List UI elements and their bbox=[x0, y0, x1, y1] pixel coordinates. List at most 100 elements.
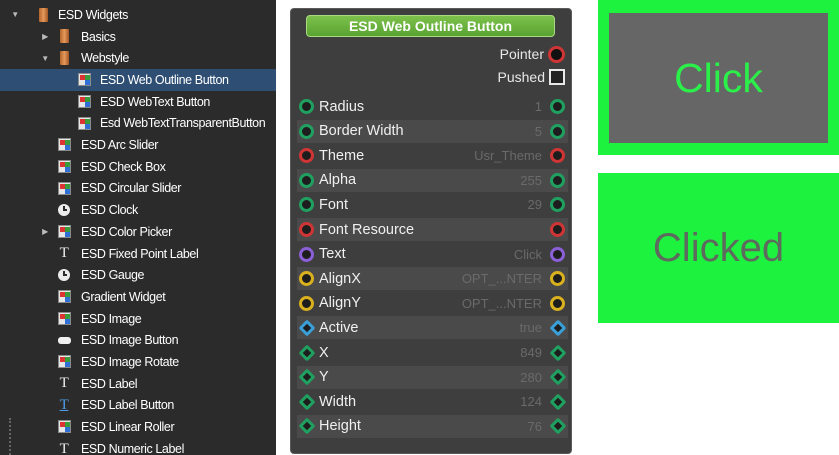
property-row[interactable]: Border Width 5 bbox=[297, 119, 568, 143]
output-pin-icon[interactable] bbox=[549, 393, 566, 411]
property-row[interactable]: Text Click bbox=[297, 243, 568, 266]
property-value[interactable]: true bbox=[520, 320, 542, 335]
property-name: Width bbox=[319, 393, 357, 410]
tree-item[interactable]: ▼ Webstyle bbox=[0, 47, 276, 69]
expand-arrow-icon[interactable]: ▼ bbox=[40, 48, 50, 69]
output-pin-icon[interactable] bbox=[550, 148, 565, 164]
tree-splitter-handle[interactable] bbox=[9, 418, 13, 455]
output-pin-icon[interactable] bbox=[549, 319, 566, 337]
input-pin-icon[interactable] bbox=[299, 172, 314, 188]
collapse-arrow-icon[interactable]: ▶ bbox=[40, 221, 50, 242]
tree-item[interactable]: ▶ ESD Color Picker bbox=[0, 221, 276, 243]
button-preview-pushed[interactable]: Clicked bbox=[598, 173, 839, 323]
input-pin-icon[interactable] bbox=[299, 99, 314, 114]
input-pin-icon[interactable] bbox=[299, 197, 314, 213]
input-pin-icon[interactable] bbox=[298, 417, 315, 435]
property-row[interactable]: Theme Usr_Theme bbox=[297, 144, 568, 167]
output-pointer: Pointer bbox=[500, 43, 565, 65]
tree-item[interactable]: ESD Image Rotate bbox=[0, 351, 276, 373]
output-pin-icon[interactable] bbox=[550, 197, 565, 213]
output-pin-icon[interactable] bbox=[550, 123, 565, 139]
input-pin-icon[interactable] bbox=[299, 123, 314, 139]
input-pin-icon[interactable] bbox=[298, 319, 315, 337]
property-value[interactable]: 124 bbox=[520, 394, 542, 409]
property-value[interactable]: OPT_...NTER bbox=[462, 296, 542, 311]
output-pin-icon[interactable] bbox=[550, 172, 565, 188]
collapse-arrow-icon[interactable]: ▶ bbox=[40, 26, 50, 47]
property-value[interactable]: 280 bbox=[520, 370, 542, 385]
input-pin-icon[interactable] bbox=[299, 148, 314, 164]
property-value[interactable]: OPT_...NTER bbox=[462, 271, 542, 286]
property-row[interactable]: X 849 bbox=[297, 341, 568, 364]
tree-item[interactable]: ESD Circular Slider bbox=[0, 178, 276, 200]
property-row[interactable]: Width 124 bbox=[297, 390, 568, 413]
input-pin-icon[interactable] bbox=[299, 271, 314, 287]
tree-item[interactable]: ESD Web Outline Button bbox=[0, 69, 276, 91]
folder-icon bbox=[57, 50, 71, 65]
output-pin-icon[interactable] bbox=[550, 295, 565, 311]
expand-arrow-icon[interactable]: ▼ bbox=[10, 4, 20, 25]
tree-item[interactable]: ESD Linear Roller bbox=[0, 416, 276, 438]
node-title[interactable]: ESD Web Outline Button bbox=[306, 15, 555, 37]
tree-item-label: Basics bbox=[81, 29, 116, 44]
output-pin-icon[interactable] bbox=[549, 368, 566, 386]
input-pin-icon[interactable] bbox=[299, 222, 314, 237]
output-pin-icon[interactable] bbox=[550, 222, 565, 237]
property-value[interactable]: 76 bbox=[528, 419, 542, 434]
tree-item-label: ESD Clock bbox=[81, 203, 138, 218]
tree-item[interactable]: Gradient Widget bbox=[0, 286, 276, 308]
text-icon: T bbox=[59, 440, 69, 455]
property-value[interactable]: 849 bbox=[520, 345, 542, 360]
tree-item[interactable]: ▼ ESD Widgets bbox=[0, 4, 276, 26]
input-pin-icon[interactable] bbox=[299, 246, 314, 262]
input-pin-icon[interactable] bbox=[298, 344, 315, 361]
property-value[interactable]: 5 bbox=[535, 124, 542, 139]
tree-item[interactable]: T ESD Numeric Label bbox=[0, 438, 276, 455]
input-pin-icon[interactable] bbox=[299, 295, 314, 311]
tree-item[interactable]: ▶ Basics bbox=[0, 26, 276, 48]
output-pin-icon[interactable] bbox=[549, 417, 566, 435]
input-pin-icon[interactable] bbox=[298, 393, 315, 411]
button-preview-normal[interactable]: Click bbox=[598, 0, 839, 155]
node-panel[interactable]: ESD Web Outline Button Pointer Pushed Ra… bbox=[290, 8, 572, 454]
pointer-pin-icon[interactable] bbox=[548, 45, 565, 63]
tree-item[interactable]: T ESD Label bbox=[0, 373, 276, 395]
tree-item[interactable]: Esd WebTextTransparentButton bbox=[0, 113, 276, 135]
property-value[interactable]: Click bbox=[514, 247, 542, 262]
tree-item[interactable]: ESD WebText Button bbox=[0, 91, 276, 113]
property-value[interactable]: Usr_Theme bbox=[474, 148, 542, 163]
property-row[interactable]: Alpha 255 bbox=[297, 168, 568, 192]
property-row[interactable]: AlignY OPT_...NTER bbox=[297, 292, 568, 315]
pushed-pin-icon[interactable] bbox=[549, 69, 565, 85]
output-pin-icon[interactable] bbox=[550, 99, 565, 114]
widget-icon bbox=[57, 311, 71, 325]
property-name: Alpha bbox=[319, 172, 357, 189]
property-row[interactable]: Active true bbox=[297, 316, 568, 340]
widget-icon bbox=[57, 290, 71, 304]
property-value[interactable]: 1 bbox=[535, 99, 542, 114]
output-pin-icon[interactable] bbox=[550, 271, 565, 287]
tree-item[interactable]: T ESD Fixed Point Label bbox=[0, 243, 276, 265]
tree-item[interactable]: ESD Check Box bbox=[0, 156, 276, 178]
tree-item[interactable]: T ESD Label Button bbox=[0, 395, 276, 417]
output-pin-icon[interactable] bbox=[549, 344, 566, 361]
output-pin-icon[interactable] bbox=[550, 246, 565, 262]
property-row[interactable]: Font 29 bbox=[297, 193, 568, 216]
tree-item[interactable]: ESD Gauge bbox=[0, 264, 276, 286]
property-row[interactable]: Height 76 bbox=[297, 414, 568, 438]
tree-item[interactable]: ESD Image bbox=[0, 308, 276, 330]
property-value[interactable]: 29 bbox=[528, 197, 542, 212]
tree-item[interactable]: ESD Arc Slider bbox=[0, 134, 276, 156]
tree-item[interactable]: ESD Clock bbox=[0, 199, 276, 221]
property-row[interactable]: Y 280 bbox=[297, 365, 568, 389]
input-pin-icon[interactable] bbox=[298, 368, 315, 386]
property-name: Y bbox=[319, 369, 329, 386]
tree-item[interactable]: ESD Image Button bbox=[0, 330, 276, 352]
widget-icon bbox=[77, 73, 91, 87]
property-row[interactable]: AlignX OPT_...NTER bbox=[297, 267, 568, 291]
property-value[interactable]: 255 bbox=[520, 173, 542, 188]
folder-icon bbox=[36, 7, 50, 22]
tree-item-label: Esd WebTextTransparentButton bbox=[100, 116, 266, 131]
property-row[interactable]: Radius 1 bbox=[297, 95, 568, 118]
property-row[interactable]: Font Resource bbox=[297, 218, 568, 241]
